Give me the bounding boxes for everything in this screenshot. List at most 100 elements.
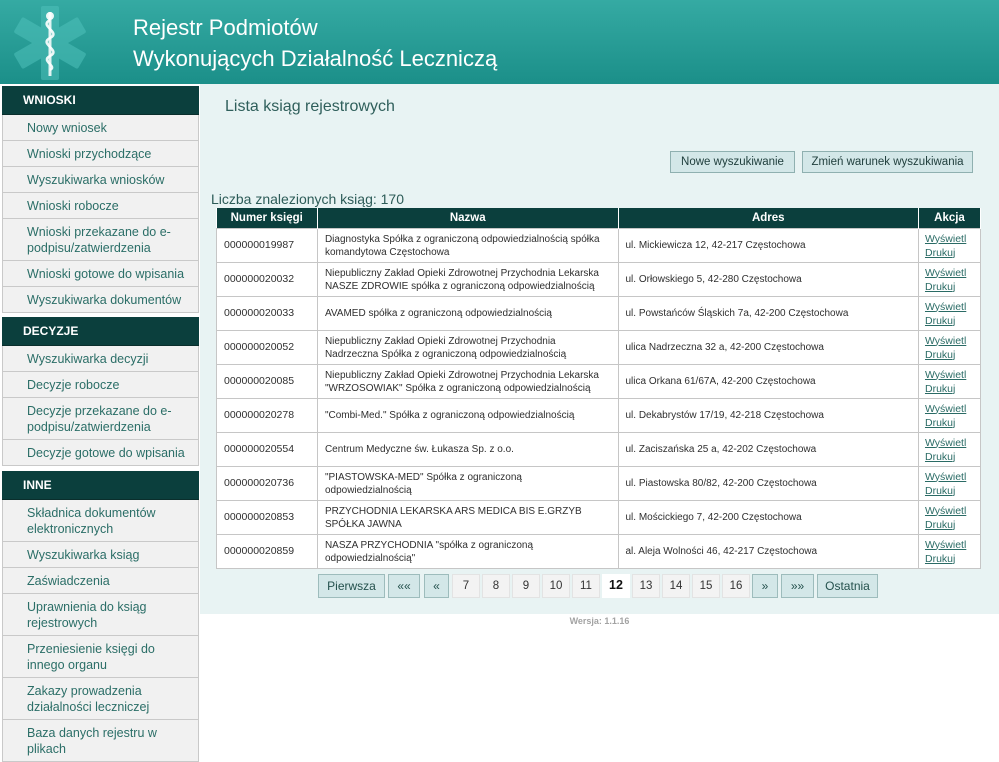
cell-name: AVAMED spółka z ograniczoną odpowiedzial… [316, 296, 619, 331]
view-link[interactable]: Wyświetl [925, 334, 974, 348]
cell-name: Niepubliczny Zakład Opieki Zdrowotnej Pr… [316, 330, 619, 365]
cell-name: "PIASTOWSKA-MED" Spółka z ograniczoną od… [316, 466, 619, 501]
cell-number: 000000020736 [216, 466, 318, 501]
nav-item-wyszukiwarka-dokumentow[interactable]: Wyszukiwarka dokumentów [2, 287, 199, 313]
print-link[interactable]: Drukuj [925, 484, 974, 498]
pager-page-9[interactable]: 9 [512, 574, 540, 598]
pager-page-12-current: 12 [602, 574, 630, 598]
pager-last-button[interactable]: Ostatnia [817, 574, 878, 598]
nav-item-wyszukiwarka-ksiag[interactable]: Wyszukiwarka ksiąg [2, 542, 199, 568]
pager-page-13[interactable]: 13 [632, 574, 660, 598]
nav-item-wnioski-robocze[interactable]: Wnioski robocze [2, 193, 199, 219]
pager-page-11[interactable]: 11 [572, 574, 600, 598]
cell-number: 000000020085 [216, 364, 318, 399]
view-link[interactable]: Wyświetl [925, 436, 974, 450]
sidebar: WNIOSKI Nowy wniosek Wnioski przychodząc… [0, 84, 200, 762]
nav-item-zakazy[interactable]: Zakazy prowadzenia działalności lecznicz… [2, 678, 199, 720]
cell-number: 000000019987 [216, 228, 318, 263]
cell-name: NASZA PRZYCHODNIA "spółka z ograniczoną … [316, 534, 619, 569]
pager-page-7[interactable]: 7 [452, 574, 480, 598]
view-link[interactable]: Wyświetl [925, 300, 974, 314]
cell-name: Diagnostyka Spółka z ograniczoną odpowie… [316, 228, 619, 263]
nav-item-skladnica-dokumentow[interactable]: Składnica dokumentów elektronicznych [2, 500, 199, 542]
view-link[interactable]: Wyświetl [925, 470, 974, 484]
pager-prev-button[interactable]: « [424, 574, 449, 598]
view-link[interactable]: Wyświetl [925, 538, 974, 552]
cell-address: ul. Zaciszańska 25 a, 42-202 Częstochowa [617, 432, 919, 467]
app-header: Rejestr Podmiotów Wykonujących Działalno… [0, 0, 999, 84]
nav-item-wnioski-przekazane[interactable]: Wnioski przekazane do e-podpisu/zatwierd… [2, 219, 199, 261]
cell-address: ul. Mickiewicza 12, 42-217 Częstochowa [617, 228, 919, 263]
cell-address: ul. Powstańców Śląskich 7a, 42-200 Częst… [617, 296, 919, 331]
print-link[interactable]: Drukuj [925, 450, 974, 464]
pager-page-10[interactable]: 10 [542, 574, 570, 598]
nav-item-wyszukiwarka-wnioskow[interactable]: Wyszukiwarka wniosków [2, 167, 199, 193]
view-link[interactable]: Wyświetl [925, 402, 974, 416]
cell-number: 000000020278 [216, 398, 318, 433]
nav-item-przeniesienie-ksiegi[interactable]: Przeniesienie księgi do innego organu [2, 636, 199, 678]
pager-first-button[interactable]: Pierwsza [318, 574, 385, 598]
print-link[interactable]: Drukuj [925, 314, 974, 328]
print-link[interactable]: Drukuj [925, 348, 974, 362]
cell-address: ulica Nadrzeczna 32 a, 42-200 Częstochow… [617, 330, 919, 365]
cell-action: Wyświetl Drukuj [917, 534, 982, 569]
section-header-decyzje: DECYZJE [2, 317, 199, 346]
view-link[interactable]: Wyświetl [925, 504, 974, 518]
cell-address: ul. Dekabrystów 17/19, 42-218 Częstochow… [617, 398, 919, 433]
print-link[interactable]: Drukuj [925, 552, 974, 566]
table-row: 000000020085 Niepubliczny Zakład Opieki … [216, 364, 982, 399]
view-link[interactable]: Wyświetl [925, 232, 974, 246]
pager-page-16[interactable]: 16 [722, 574, 750, 598]
nav-item-baza-danych[interactable]: Baza danych rejestru w plikach [2, 720, 199, 762]
table-row: 000000020033 AVAMED spółka z ograniczoną… [216, 296, 982, 331]
view-link[interactable]: Wyświetl [925, 368, 974, 382]
app-title-line2: Wykonujących Działalność Leczniczą [133, 46, 498, 71]
print-link[interactable]: Drukuj [925, 246, 974, 260]
new-search-button[interactable]: Nowe wyszukiwanie [670, 151, 795, 173]
cell-address: al. Aleja Wolności 46, 42-217 Częstochow… [617, 534, 919, 569]
pager-page-8[interactable]: 8 [482, 574, 510, 598]
register-table: Numer księgi Nazwa Adres Akcja 000000019… [216, 208, 982, 569]
table-row: 000000020554 Centrum Medyczne św. Łukasz… [216, 432, 982, 467]
cell-action: Wyświetl Drukuj [917, 262, 982, 297]
nav-item-wnioski-gotowe[interactable]: Wnioski gotowe do wpisania [2, 261, 199, 287]
nav-item-decyzje-gotowe[interactable]: Decyzje gotowe do wpisania [2, 440, 199, 466]
nav-item-decyzje-przekazane[interactable]: Decyzje przekazane do e-podpisu/zatwierd… [2, 398, 199, 440]
change-search-button[interactable]: Zmień warunek wyszukiwania [802, 151, 973, 173]
table-row: 000000020736 "PIASTOWSKA-MED" Spółka z o… [216, 466, 982, 501]
nav-item-wyszukiwarka-decyzji[interactable]: Wyszukiwarka decyzji [2, 346, 199, 372]
version-label: Wersja: 1.1.16 [569, 616, 630, 626]
pager-page-14[interactable]: 14 [662, 574, 690, 598]
print-link[interactable]: Drukuj [925, 280, 974, 294]
view-link[interactable]: Wyświetl [925, 266, 974, 280]
app-title-line1: Rejestr Podmiotów [133, 15, 318, 40]
table-row: 000000020859 NASZA PRZYCHODNIA "spółka z… [216, 534, 982, 569]
pager-prev-far-button[interactable]: «« [388, 574, 420, 598]
pager-next-far-button[interactable]: »» [781, 574, 814, 598]
cell-action: Wyświetl Drukuj [917, 398, 982, 433]
pager-page-15[interactable]: 15 [692, 574, 720, 598]
table-row: 000000020032 Niepubliczny Zakład Opieki … [216, 262, 982, 297]
cell-action: Wyświetl Drukuj [917, 466, 982, 501]
cell-number: 000000020853 [216, 500, 318, 535]
cell-action: Wyświetl Drukuj [917, 330, 982, 365]
nav-item-decyzje-robocze[interactable]: Decyzje robocze [2, 372, 199, 398]
pager-next-button[interactable]: » [752, 574, 778, 598]
cell-number: 000000020032 [216, 262, 318, 297]
nav-item-zaswiadczenia[interactable]: Zaświadczenia [2, 568, 199, 594]
table-header-row: Numer księgi Nazwa Adres Akcja [216, 208, 982, 229]
nav-item-wnioski-przychodzace[interactable]: Wnioski przychodzące [2, 141, 199, 167]
table-row: 000000020052 Niepubliczny Zakład Opieki … [216, 330, 982, 365]
print-link[interactable]: Drukuj [925, 382, 974, 396]
cell-action: Wyświetl Drukuj [917, 364, 982, 399]
cell-name: Niepubliczny Zakład Opieki Zdrowotnej Pr… [316, 364, 619, 399]
section-header-wnioski: WNIOSKI [2, 86, 199, 115]
column-header-name: Nazwa [317, 208, 619, 229]
print-link[interactable]: Drukuj [925, 416, 974, 430]
cell-address: ul. Mościckiego 7, 42-200 Częstochowa [617, 500, 919, 535]
star-of-life-logo-icon [14, 6, 86, 80]
cell-number: 000000020554 [216, 432, 318, 467]
nav-item-nowy-wniosek[interactable]: Nowy wniosek [2, 115, 199, 141]
print-link[interactable]: Drukuj [925, 518, 974, 532]
cell-name: PRZYCHODNIA LEKARSKA ARS MEDICA BIS E.GR… [316, 500, 619, 535]
